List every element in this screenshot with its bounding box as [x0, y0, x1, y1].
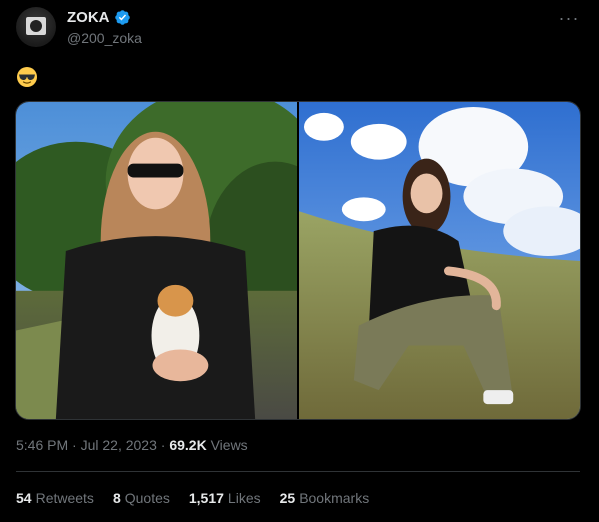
avatar[interactable] — [16, 7, 56, 47]
retweets-count: 54 — [16, 490, 32, 506]
tweet: ZOKA @200_zoka ··· 😎 — [0, 0, 599, 522]
display-name-text[interactable]: ZOKA — [67, 9, 110, 26]
meta-separator: · — [72, 437, 81, 453]
tweet-date[interactable]: Jul 22, 2023 — [81, 437, 157, 453]
views-count: 69.2K — [169, 437, 207, 453]
more-options-button[interactable]: ··· — [559, 8, 579, 28]
quotes-count: 8 — [112, 490, 121, 506]
quotes-stat[interactable]: 8 Quotes — [113, 490, 170, 506]
likes-label: Likes — [227, 490, 261, 506]
likes-stat[interactable]: 1,517 Likes — [189, 490, 261, 506]
bookmarks-count: 25 — [279, 490, 296, 506]
bookmarks-label: Bookmarks — [299, 490, 370, 506]
engagement-stats: 54 Retweets 8 Quotes 1,517 Likes 25 Bookmark… — [16, 490, 369, 506]
user-handle[interactable]: @200_zoka — [67, 30, 142, 46]
photo-left[interactable] — [16, 102, 297, 419]
tweet-meta: 5:46 PM · Jul 22, 2023 · 69.2K Views — [16, 437, 248, 453]
quotes-label: Quotes — [124, 490, 170, 506]
bookmarks-stat[interactable]: 25 Bookmarks — [280, 490, 370, 506]
photo-right[interactable] — [299, 102, 580, 419]
more-dots-icon: ··· — [558, 7, 580, 28]
retweets-stat[interactable]: 54 Retweets — [16, 490, 94, 506]
likes-count: 1,517 — [188, 490, 224, 506]
display-name[interactable]: ZOKA — [67, 9, 131, 26]
retweets-label: Retweets — [35, 490, 94, 506]
tweet-time[interactable]: 5:46 PM — [16, 437, 68, 453]
verified-badge-icon — [114, 10, 130, 25]
divider — [16, 471, 580, 472]
sunglasses-emoji-icon — [17, 67, 37, 87]
views-label: Views — [210, 437, 248, 453]
media-grid — [15, 101, 581, 420]
